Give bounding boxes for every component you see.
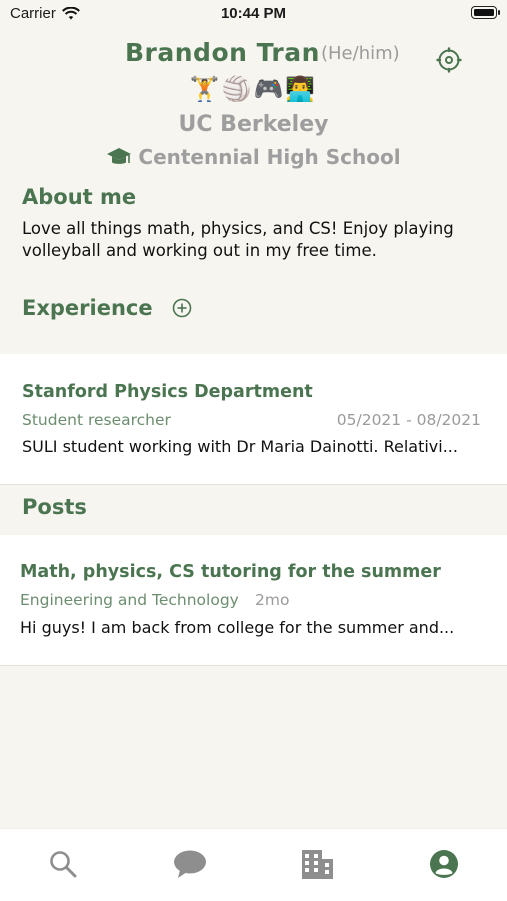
post-category: Engineering and Technology xyxy=(20,591,239,609)
high-school-name: Centennial High School xyxy=(138,145,401,169)
profile-icon xyxy=(430,850,458,878)
tab-organizations[interactable] xyxy=(300,847,334,881)
experience-card[interactable]: Stanford Physics Department Student rese… xyxy=(0,354,507,485)
college-name: UC Berkeley xyxy=(178,112,329,137)
posts-title: Posts xyxy=(22,495,87,519)
experience-description: SULI student working with Dr Maria Daino… xyxy=(22,437,458,456)
high-school-row: Centennial High School xyxy=(0,145,507,169)
post-preview: Hi guys! I am back from college for the … xyxy=(20,618,455,637)
graduation-cap-icon xyxy=(107,148,132,164)
post-age: 2mo xyxy=(255,591,290,609)
chat-bubble-icon xyxy=(174,850,206,878)
search-icon xyxy=(50,851,77,878)
post-title: Math, physics, CS tutoring for the summe… xyxy=(20,562,441,582)
about-title: About me xyxy=(22,185,137,209)
tab-messages[interactable] xyxy=(173,847,207,881)
tab-profile[interactable] xyxy=(427,847,461,881)
battery-icon xyxy=(471,6,500,19)
post-card[interactable]: Math, physics, CS tutoring for the summe… xyxy=(0,535,507,666)
settings-gear-icon[interactable] xyxy=(436,47,462,73)
about-text: Love all things math, physics, and CS! E… xyxy=(22,219,454,260)
interest-emojis: 🏋️🏐🎮👨‍💻 xyxy=(189,75,318,103)
profile-header: Brandon Tran (He/him) xyxy=(0,38,507,73)
experience-org: Stanford Physics Department xyxy=(22,382,313,402)
building-icon xyxy=(302,850,333,879)
tab-bar xyxy=(0,828,507,901)
profile-name: Brandon Tran xyxy=(125,38,320,67)
add-experience-icon[interactable] xyxy=(172,298,192,318)
status-bar: Carrier 10:44 PM xyxy=(0,0,507,30)
status-time: 10:44 PM xyxy=(220,5,287,22)
experience-title: Experience xyxy=(22,296,153,320)
experience-dates: 05/2021 - 08/2021 xyxy=(336,411,481,429)
experience-role: Student researcher xyxy=(22,411,171,429)
tab-search[interactable] xyxy=(46,847,80,881)
profile-pronouns: (He/him) xyxy=(321,43,400,64)
